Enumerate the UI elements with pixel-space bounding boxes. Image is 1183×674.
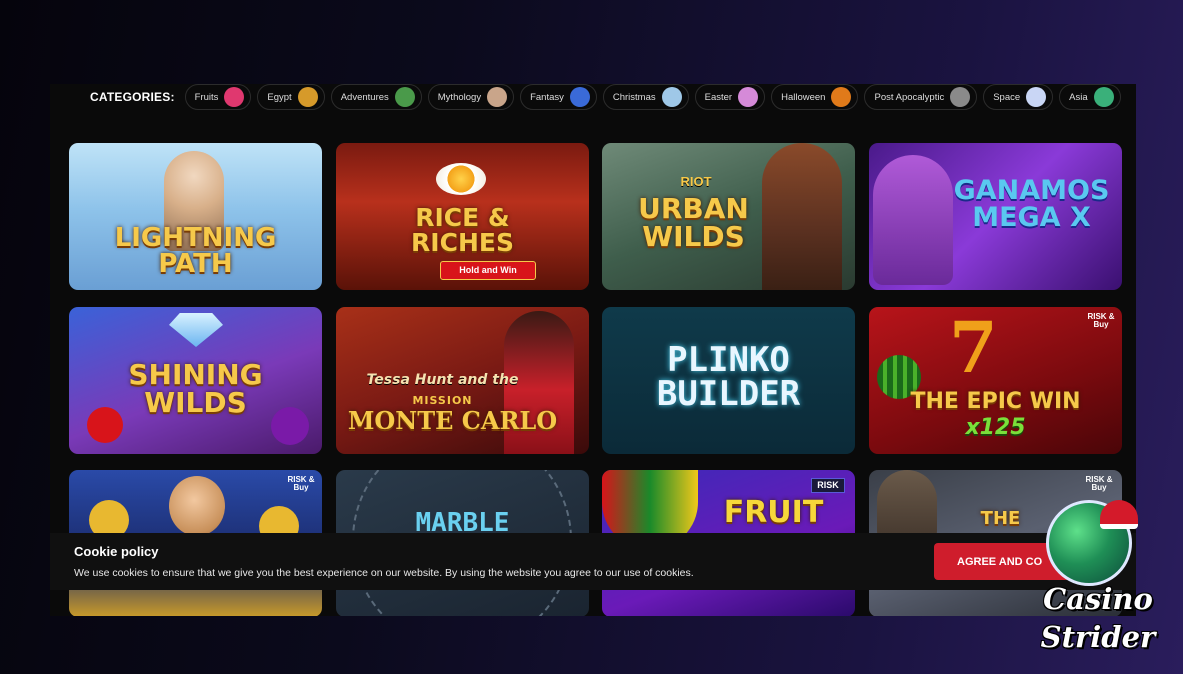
pumpkin-icon bbox=[831, 87, 852, 107]
risk-badge: RISK bbox=[811, 478, 845, 493]
category-post-apocalyptic[interactable]: Post Apocalyptic bbox=[864, 84, 978, 110]
game-title: THE bbox=[980, 508, 1021, 529]
lucky-seven-icon: 7 bbox=[949, 307, 998, 389]
game-title: URBAN WILDS bbox=[638, 192, 749, 253]
category-mythology[interactable]: Mythology bbox=[427, 84, 515, 110]
category-label: Adventures bbox=[340, 91, 389, 103]
gas-mask-icon bbox=[950, 87, 971, 107]
game-multiplier: x125 bbox=[965, 415, 1026, 440]
risk-buy-badge: RISK & Buy bbox=[1087, 312, 1115, 329]
blue-dragon-icon bbox=[569, 87, 590, 107]
category-label: Post Apocalyptic bbox=[874, 91, 945, 103]
cookie-banner: Cookie policy We use cookies to ensure t… bbox=[50, 533, 1136, 590]
game-title: RICE & RICHES bbox=[411, 203, 514, 257]
category-label: Easter bbox=[704, 91, 733, 103]
game-title: LIGHTNING PATH bbox=[114, 223, 277, 279]
category-fruits[interactable]: Fruits bbox=[184, 84, 252, 110]
game-tile-lightning-path[interactable]: LIGHTNING PATH bbox=[69, 143, 322, 290]
hold-and-win-badge: Hold and Win bbox=[440, 261, 536, 280]
dog-mascot-icon bbox=[873, 155, 953, 285]
cookie-title: Cookie policy bbox=[74, 544, 159, 559]
game-tile-urban-wilds[interactable]: RIOT URBAN WILDS bbox=[602, 143, 855, 290]
category-christmas[interactable]: Christmas bbox=[602, 84, 689, 110]
game-tile-plinko-builder[interactable]: PLINKO BUILDER bbox=[602, 307, 855, 454]
category-asia[interactable]: Asia bbox=[1059, 84, 1121, 110]
risk-buy-badge: RISK & Buy bbox=[1085, 475, 1113, 492]
category-easter[interactable]: Easter bbox=[694, 84, 766, 110]
pharaoh-icon bbox=[297, 87, 318, 107]
game-title: PLINKO BUILDER bbox=[656, 340, 801, 414]
dragon-fruit-icon bbox=[224, 87, 245, 107]
game-tile-rice-riches[interactable]: RICE & RICHES Hold and Win bbox=[336, 143, 589, 290]
category-label: Halloween bbox=[781, 91, 826, 103]
category-bar: CATEGORIES: Fruits Egypt Adventures Myth… bbox=[50, 84, 1136, 110]
publisher-label: RIOT bbox=[680, 174, 712, 189]
watermark-line1: Casino bbox=[1043, 582, 1153, 616]
game-tile-ganamos-mega-x[interactable]: GANAMOS MEGA X bbox=[869, 143, 1122, 290]
watermark-line2: Strider bbox=[1040, 620, 1156, 654]
ufo-icon bbox=[1026, 87, 1047, 107]
game-title: FRUIT bbox=[723, 495, 824, 530]
game-mission-label: MISSION bbox=[412, 394, 473, 407]
zeus-icon bbox=[487, 87, 508, 107]
category-label: Mythology bbox=[437, 91, 482, 103]
easter-egg-icon bbox=[738, 87, 759, 107]
risk-buy-badge: RISK & Buy bbox=[287, 475, 315, 492]
game-title: GANAMOS MEGA X bbox=[953, 175, 1110, 233]
category-egypt[interactable]: Egypt bbox=[257, 84, 325, 110]
categories-label: CATEGORIES: bbox=[90, 90, 175, 104]
category-label: Space bbox=[993, 91, 1021, 103]
asian-dragon-icon bbox=[1093, 87, 1114, 107]
category-adventures[interactable]: Adventures bbox=[330, 84, 422, 110]
game-tile-monte-carlo[interactable]: Tessa Hunt and the MISSION MONTE CARLO bbox=[336, 307, 589, 454]
game-title: MONTE CARLO bbox=[347, 406, 558, 435]
category-label: Christmas bbox=[612, 91, 656, 103]
diamond-icon bbox=[169, 313, 223, 347]
explorer-icon bbox=[394, 87, 415, 107]
category-label: Egypt bbox=[267, 91, 292, 103]
game-title: THE EPIC WIN bbox=[910, 389, 1081, 414]
game-pretitle: Tessa Hunt and the bbox=[366, 372, 519, 388]
category-halloween[interactable]: Halloween bbox=[771, 84, 859, 110]
game-title: SHINING WILDS bbox=[128, 358, 263, 419]
category-fantasy[interactable]: Fantasy bbox=[520, 84, 597, 110]
category-label: Fruits bbox=[194, 91, 219, 103]
game-tile-shining-wilds[interactable]: SHINING WILDS bbox=[69, 307, 322, 454]
category-space[interactable]: Space bbox=[983, 84, 1054, 110]
category-label: Fantasy bbox=[530, 91, 564, 103]
cookie-text: We use cookies to ensure that we give yo… bbox=[74, 567, 694, 579]
snow-globe-icon bbox=[661, 87, 682, 107]
game-tile-the-epic-win[interactable]: RISK & Buy 7 THE EPIC WIN x125 bbox=[869, 307, 1122, 454]
category-label: Asia bbox=[1069, 91, 1088, 103]
bald-man-icon bbox=[169, 476, 225, 536]
fried-egg-icon bbox=[436, 163, 486, 195]
